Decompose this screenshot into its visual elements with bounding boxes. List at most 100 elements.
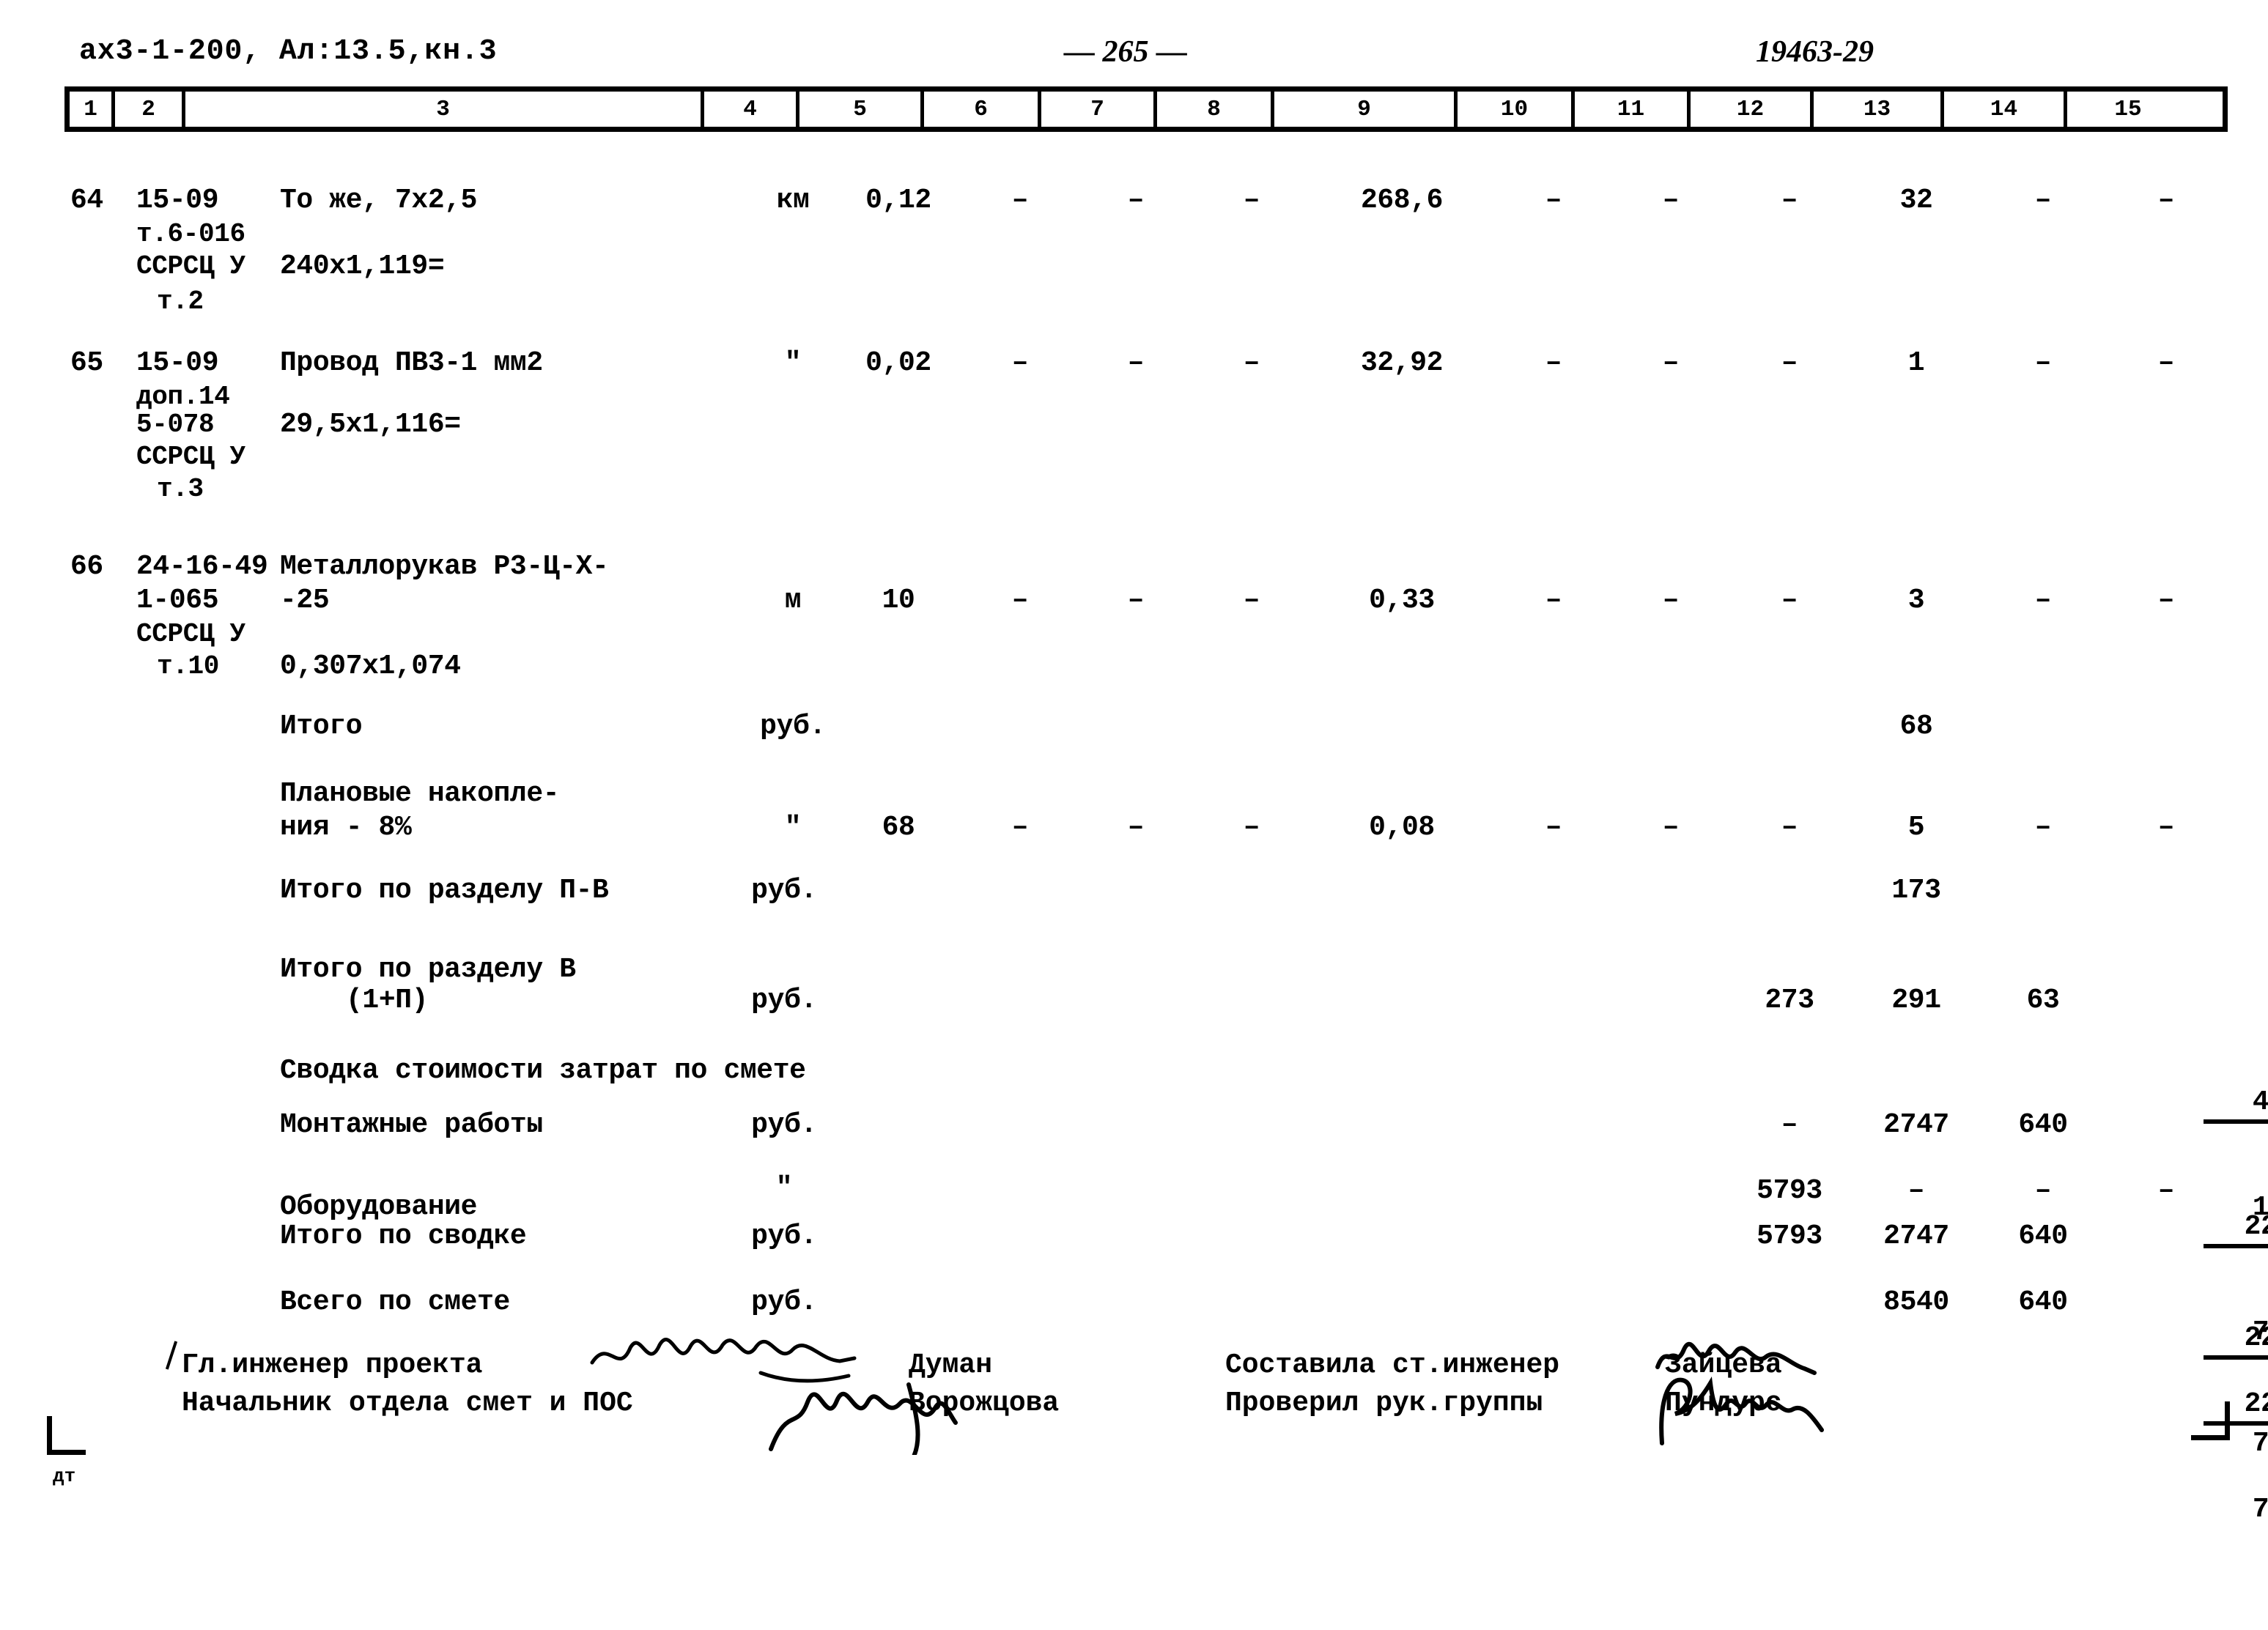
row-code-line: 15-09: [136, 185, 219, 216]
row-col5: 0,02: [865, 347, 931, 379]
svodka-unit: руб.: [751, 1220, 817, 1252]
svodka-col15-fraction: 222 77: [2105, 1285, 2268, 1630]
handwritten-signature-mark: [590, 1338, 857, 1365]
row-col12: –: [1781, 185, 1798, 216]
row-col6: –: [1011, 347, 1029, 379]
svodka-col12: 5793: [1757, 1220, 1822, 1252]
summary-col9: 0,08: [1369, 812, 1435, 843]
row-col14: –: [2034, 347, 2052, 379]
summary-label: Плановые накопле-: [280, 778, 560, 810]
svodka-label: Всего по смете: [280, 1286, 510, 1318]
footer-mark: дт: [53, 1465, 76, 1487]
row-description: 240х1,119=: [280, 251, 445, 282]
row-code-line: ССРСЦ У: [136, 442, 245, 472]
summary-unit: руб.: [751, 875, 817, 906]
ruler-col-2: 2: [115, 92, 185, 127]
row-description: 29,5х1,116=: [280, 409, 461, 440]
svodka-unit: руб.: [751, 1109, 817, 1141]
row-col8: –: [1243, 347, 1260, 379]
summary-unit: руб.: [760, 711, 826, 742]
ink-slash-mark: [165, 1341, 178, 1370]
row-col12: –: [1781, 585, 1798, 616]
svodka-col13: 8540: [1883, 1286, 1949, 1318]
svodka-col14: –: [2034, 1175, 2052, 1207]
row-description: То же, 7х2,5: [280, 185, 478, 216]
svodka-col13: 2747: [1883, 1109, 1949, 1141]
summary-col13: 5: [1907, 812, 1925, 843]
row-number: 64: [70, 185, 103, 216]
svodka-title: Сводка стоимости затрат по смете: [280, 1055, 806, 1086]
page-corner-bracket-bottom-left: [47, 1416, 86, 1455]
ruler-col-5: 5: [799, 92, 924, 127]
svodka-col13: –: [1907, 1175, 1925, 1207]
summary-col14: –: [2034, 812, 2052, 843]
ruler-col-12: 12: [1691, 92, 1814, 127]
signature-name-duman: Думан: [909, 1349, 993, 1381]
ruler-col-13: 13: [1814, 92, 1944, 127]
ruler-col-4: 4: [704, 92, 799, 127]
row-unit: м: [784, 585, 802, 616]
ruler-col-15: 15: [2114, 96, 2142, 122]
row-col10: –: [1545, 347, 1562, 379]
summary-label: Итого: [280, 711, 363, 742]
summary-col7: –: [1127, 812, 1145, 843]
signature-role-compiled-by: Составила ст.инженер: [1225, 1349, 1560, 1381]
svodka-col15: –: [2157, 1175, 2175, 1207]
row-col5: 10: [882, 585, 915, 616]
svodka-col12: 5793: [1757, 1175, 1822, 1207]
summary-col14: 63: [2026, 985, 2060, 1016]
svodka-label: Монтажные работы: [280, 1109, 543, 1141]
row-col14: –: [2034, 585, 2052, 616]
row-code-line: т.3: [157, 474, 204, 504]
row-description: Провод ПВ3-1 мм2: [280, 347, 543, 379]
row-col12: –: [1781, 347, 1798, 379]
row-code-line: т.6-016: [136, 219, 245, 249]
row-col11: –: [1662, 585, 1680, 616]
row-col15: –: [2157, 347, 2175, 379]
summary-unit: руб.: [751, 985, 817, 1016]
row-col7: –: [1127, 585, 1145, 616]
summary-unit: ": [784, 812, 802, 843]
row-code-line: 5-078: [136, 410, 215, 440]
row-col13: 32: [1899, 185, 1933, 216]
row-col11: –: [1662, 347, 1680, 379]
svodka-col12: –: [1781, 1109, 1798, 1141]
signature-role-head-estimates: Начальник отдела смет и ПОС: [182, 1388, 633, 1419]
row-description: -25: [280, 585, 330, 616]
row-col10: –: [1545, 185, 1562, 216]
row-col7: –: [1127, 347, 1145, 379]
signature-name-vorozhtsova: Ворожцова: [909, 1388, 1060, 1419]
row-col6: –: [1011, 185, 1029, 216]
row-col10: –: [1545, 585, 1562, 616]
ruler-col-14: 14: [1944, 92, 2067, 127]
svodka-col14: 640: [2018, 1220, 2068, 1252]
summary-label: Итого по разделу П-В: [280, 875, 609, 906]
summary-col5: 68: [882, 812, 915, 843]
row-code-line: 24-16-49: [136, 551, 268, 582]
row-code-line: 15-09: [136, 347, 219, 379]
row-unit: ": [784, 347, 802, 379]
row-col8: –: [1243, 185, 1260, 216]
row-code-line: ССРСЦ У: [136, 251, 245, 281]
row-code-line: т.2: [157, 286, 204, 316]
signature-role-checked-by: Проверил рук.группы: [1225, 1388, 1543, 1419]
row-unit: км: [776, 185, 810, 216]
summary-col11: –: [1662, 812, 1680, 843]
summary-label: ния - 8%: [280, 812, 412, 843]
ruler-col-9: 9: [1274, 92, 1458, 127]
summary-col8: –: [1243, 812, 1260, 843]
row-col13: 1: [1907, 347, 1925, 379]
svodka-col14: 640: [2018, 1109, 2068, 1141]
summary-col13: 68: [1899, 711, 1933, 742]
svodka-col14: 640: [2018, 1286, 2068, 1318]
summary-col13: 291: [1891, 985, 1941, 1016]
fraction-denominator: 77: [2252, 1494, 2268, 1525]
ruler-col-8: 8: [1157, 92, 1274, 127]
summary-col6: –: [1011, 812, 1029, 843]
ruler-col-10: 10: [1458, 92, 1575, 127]
svodka-unit: руб.: [751, 1286, 817, 1318]
document-number: 19463-29: [1756, 35, 1874, 69]
summary-col13: 173: [1891, 875, 1941, 906]
ruler-col-3: 3: [185, 92, 704, 127]
row-col8: –: [1243, 585, 1260, 616]
